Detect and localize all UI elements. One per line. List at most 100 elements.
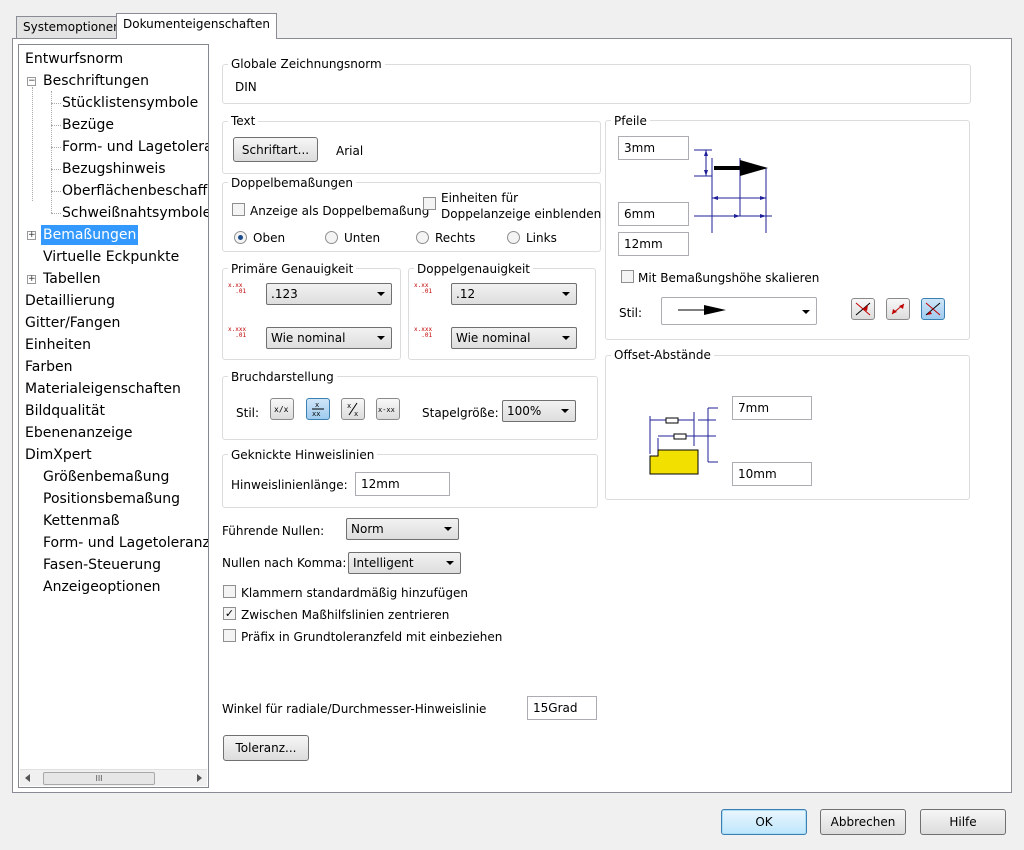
scroll-left-icon[interactable]: [25, 774, 30, 782]
tree-item-schweissnaht[interactable]: Schweißnahtsymbole: [60, 203, 208, 223]
fraction-none-icon[interactable]: x/x: [270, 398, 294, 420]
tree-item-einheiten[interactable]: Einheiten: [23, 335, 93, 355]
tree-item-tabellen[interactable]: Tabellen: [41, 269, 103, 289]
primary-precision-select[interactable]: .123: [266, 283, 392, 305]
tree-item-gitter-fangen[interactable]: Gitter/Fangen: [23, 313, 122, 333]
radio-unten-label: Unten: [344, 231, 381, 245]
tree-item-form-lagetoleranz[interactable]: Form- und Lagetoleranz: [60, 137, 208, 157]
radio-unten[interactable]: [325, 231, 338, 244]
center-between-checkbox[interactable]: ✓: [223, 607, 236, 620]
offset-title: Offset-Abstände: [611, 348, 714, 362]
primary-precision-value: .123: [271, 287, 298, 301]
expand-icon[interactable]: +: [27, 231, 36, 240]
dual-precision-value: .12: [456, 287, 476, 301]
chevron-down-icon: [561, 409, 569, 413]
show-units-label: Einheiten für Doppelanzeige einblenden: [441, 190, 601, 222]
dual-tolerance-value: Wie nominal: [456, 331, 531, 345]
text-group-title: Text: [228, 114, 259, 128]
options-tree[interactable]: − + + Entwurfsnorm Beschriftungen Stückl…: [18, 44, 209, 788]
radial-angle-input[interactable]: 15Grad: [527, 696, 597, 720]
arrows-outside-icon[interactable]: [886, 298, 910, 320]
dual-precision-select[interactable]: .12: [451, 283, 577, 305]
show-units-label-line2: Doppelanzeige einblenden: [441, 207, 602, 221]
tree-horizontal-scrollbar[interactable]: III: [20, 769, 207, 786]
tree-item-entwurfsnorm[interactable]: Entwurfsnorm: [23, 49, 125, 69]
chevron-down-icon: [377, 336, 385, 340]
primary-tolerance-select[interactable]: Wie nominal: [266, 327, 392, 349]
arrow-size-input-3[interactable]: 12mm: [618, 232, 689, 256]
leader-length-input[interactable]: 12mm: [355, 472, 450, 496]
tree-item-kettenmass[interactable]: Kettenmaß: [41, 511, 122, 531]
arrow-size-input-2[interactable]: 6mm: [618, 202, 689, 226]
chevron-down-icon: [562, 336, 570, 340]
trailing-zeros-value: Intelligent: [353, 556, 414, 570]
tree-item-bemassungen[interactable]: Bemaßungen: [41, 225, 139, 245]
tab-document-properties[interactable]: Dokumenteigenschaften: [116, 13, 277, 39]
offset-diagram: [649, 407, 718, 475]
fraction-diagonal-icon[interactable]: xx: [341, 398, 365, 420]
tree-item-groessenbemassung[interactable]: Größenbemaßung: [41, 467, 171, 487]
tree-item-bezugshinweis[interactable]: Bezugshinweis: [60, 159, 168, 179]
fraction-style-label: Stil:: [236, 406, 260, 420]
add-parentheses-label: Klammern standardmäßig hinzufügen: [241, 586, 468, 600]
expand-icon[interactable]: +: [27, 275, 36, 284]
tree-item-detaillierung[interactable]: Detaillierung: [23, 291, 117, 311]
font-button[interactable]: Schriftart...: [233, 137, 318, 162]
scroll-right-icon[interactable]: [197, 774, 202, 782]
fraction-stacked-icon[interactable]: x xx: [306, 398, 330, 420]
tree-item-bezuege[interactable]: Bezüge: [60, 115, 116, 135]
trailing-zeros-label: Nullen nach Komma:: [222, 556, 347, 570]
scale-with-height-checkbox[interactable]: [621, 270, 634, 283]
radio-links-label: Links: [526, 231, 557, 245]
svg-text:x: x: [354, 410, 358, 418]
tree-item-oberflaechen[interactable]: Oberflächenbeschaffenheit: [60, 181, 208, 201]
tree-item-beschriftungen[interactable]: Beschriftungen: [41, 71, 151, 91]
tab-system-options[interactable]: Systemoptionen: [16, 16, 128, 38]
tree-item-positionsbemassung[interactable]: Positionsbemaßung: [41, 489, 182, 509]
prefix-tolerance-label: Präfix in Grundtoleranzfeld mit einbezie…: [241, 630, 503, 644]
chevron-down-icon: [444, 527, 452, 531]
leader-length-label: Hinweislinienlänge:: [231, 478, 348, 492]
cancel-button[interactable]: Abbrechen: [820, 809, 906, 835]
add-parentheses-checkbox[interactable]: [223, 585, 236, 598]
scroll-thumb[interactable]: III: [43, 772, 155, 785]
dual-precision-value-icon: x.xx .01: [414, 282, 433, 295]
center-between-label: Zwischen Maßhilfslinien zentrieren: [241, 608, 450, 622]
dual-tolerance-select[interactable]: Wie nominal: [451, 327, 577, 349]
help-button[interactable]: Hilfe: [920, 809, 1006, 835]
arrow-dimensions-diagram: [694, 149, 772, 233]
tree-item-dimxpert[interactable]: DimXpert: [23, 445, 94, 465]
leading-zeros-select[interactable]: Norm: [346, 518, 459, 540]
tolerance-button[interactable]: Toleranz...: [223, 735, 309, 761]
tree-item-fasen-steuerung[interactable]: Fasen-Steuerung: [41, 555, 163, 575]
chevron-down-icon: [446, 561, 454, 565]
offset-input-2[interactable]: 10mm: [732, 462, 812, 486]
trailing-zeros-select[interactable]: Intelligent: [348, 552, 461, 574]
tree-item-ebenenanzeige[interactable]: Ebenenanzeige: [23, 423, 135, 443]
tree-item-bildqualitaet[interactable]: Bildqualität: [23, 401, 107, 421]
tree-item-virtuelle-eckpunkte[interactable]: Virtuelle Eckpunkte: [41, 247, 181, 267]
radio-links[interactable]: [507, 231, 520, 244]
radio-rechts-label: Rechts: [435, 231, 476, 245]
collapse-icon[interactable]: −: [27, 77, 36, 86]
arrows-inside-icon[interactable]: [851, 298, 875, 320]
tree-line: [51, 91, 52, 213]
radio-rechts[interactable]: [416, 231, 429, 244]
prefix-tolerance-checkbox[interactable]: [223, 629, 236, 642]
tree-item-stuecklistensymbole[interactable]: Stücklistensymbole: [60, 93, 200, 113]
fraction-horizontal-icon[interactable]: x-xx: [376, 398, 400, 420]
radio-oben[interactable]: [234, 231, 247, 244]
stack-size-select[interactable]: 100%: [502, 400, 576, 422]
show-units-checkbox[interactable]: [423, 197, 436, 210]
arrow-size-input-1[interactable]: 3mm: [618, 136, 689, 160]
ok-button[interactable]: OK: [721, 809, 807, 835]
tree-item-materialeigenschaften[interactable]: Materialeigenschaften: [23, 379, 183, 399]
dual-precision-tolerance-icon: x.xxx .01: [414, 326, 433, 339]
tree-item-farben[interactable]: Farben: [23, 357, 74, 377]
arrow-style-select[interactable]: [661, 297, 817, 325]
offset-input-1[interactable]: 7mm: [732, 396, 812, 420]
show-dual-checkbox[interactable]: [232, 203, 245, 216]
arrows-smart-icon[interactable]: [921, 298, 945, 320]
tree-item-dimxpert-form-lagetoleranz[interactable]: Form- und Lagetoleranz: [41, 533, 208, 553]
tree-item-anzeigeoptionen[interactable]: Anzeigeoptionen: [41, 577, 163, 597]
